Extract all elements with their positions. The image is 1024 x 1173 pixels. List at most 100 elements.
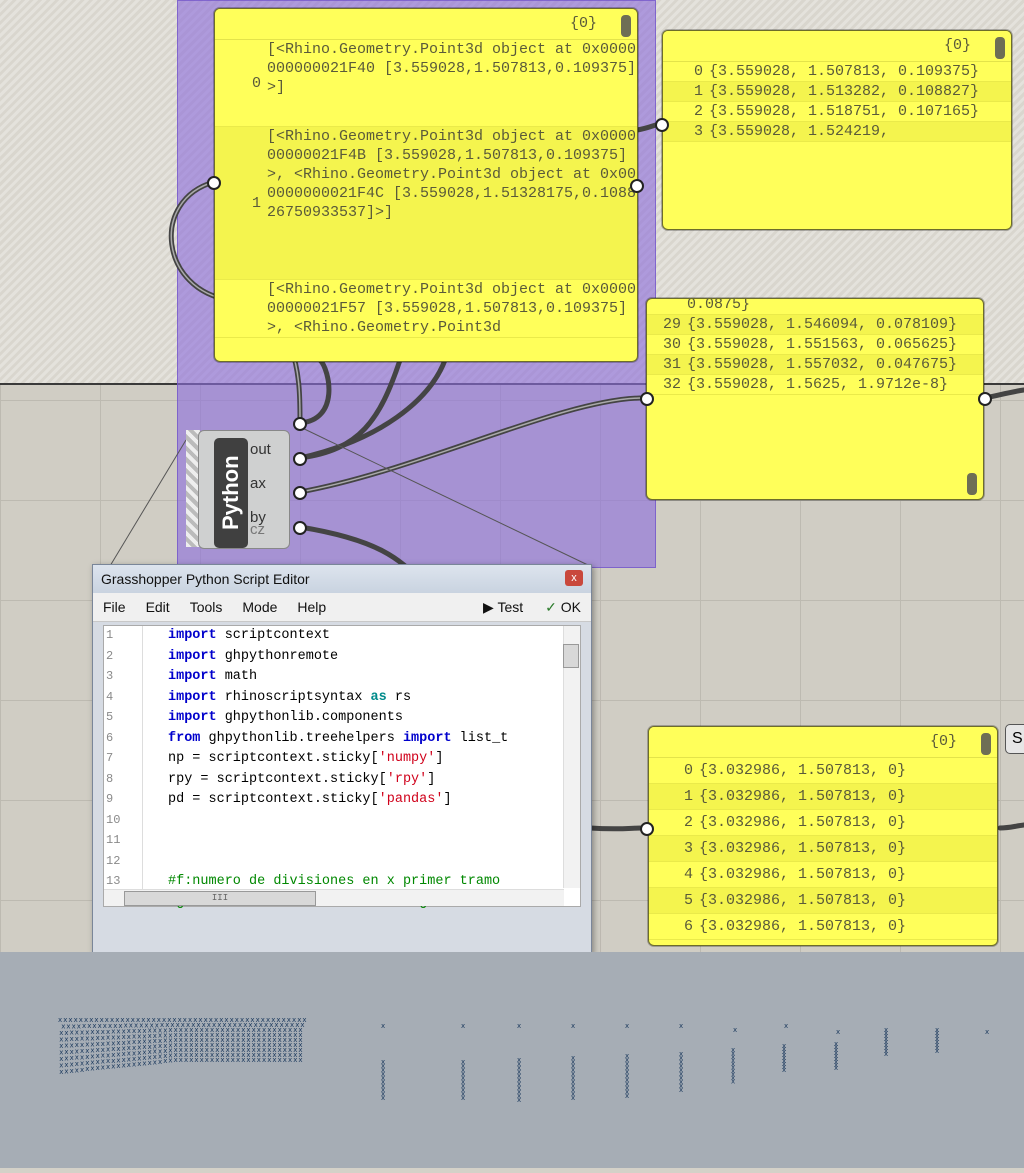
horizontal-scroll-thumb[interactable]: III xyxy=(124,891,316,906)
row-value: {3.032986, 1.507813, 0} xyxy=(699,814,907,831)
output-grip[interactable] xyxy=(630,179,644,193)
panel-row: 4 {3.032986, 1.507813, 0} xyxy=(649,862,997,888)
line-text: from ghpythonlib.treehelpers import list… xyxy=(168,730,509,746)
row-value: {3.032986, 1.507813, 0} xyxy=(699,788,907,805)
point-marker: x xyxy=(298,1056,302,1064)
point-marker: x xyxy=(137,1060,141,1068)
point-marker: x xyxy=(179,1056,183,1064)
output-grip[interactable] xyxy=(293,486,307,500)
output-port-out[interactable]: out xyxy=(250,441,271,458)
line-number: 8 xyxy=(106,771,114,786)
output-port-cz[interactable]: cz xyxy=(250,521,265,538)
panel-scroll-thumb[interactable] xyxy=(995,37,1005,59)
point-marker: x xyxy=(884,1050,888,1058)
output-grip[interactable] xyxy=(978,392,992,406)
input-grip[interactable] xyxy=(640,392,654,406)
ok-label: OK xyxy=(560,598,581,615)
point-marker: x xyxy=(517,1022,521,1030)
close-icon[interactable]: x xyxy=(565,570,583,586)
point-marker: x xyxy=(96,1064,100,1072)
menu-tools[interactable]: Tools xyxy=(190,599,223,615)
output-grip[interactable] xyxy=(293,417,307,431)
code-area[interactable]: 1 import scriptcontext 2 import ghpythonrem… xyxy=(103,625,581,910)
point-marker: x xyxy=(985,1028,989,1036)
row-value: {3.032986, 1.507813, 0} xyxy=(699,762,907,779)
line-text: import math xyxy=(168,669,258,684)
line-number: 12 xyxy=(106,853,121,868)
line-text: #f:numero de divisiones en x primer tram… xyxy=(168,874,501,889)
test-button[interactable]: ▶ Test xyxy=(483,599,523,616)
point-marker: x xyxy=(272,1056,276,1064)
panel-list: 0 [<Rhino.Geometry.Point3d object at 0x0… xyxy=(215,40,637,338)
row-value: {3.559028, 1.551563, 0.065625} xyxy=(687,336,958,353)
script-editor-window[interactable]: Grasshopper Python Script Editor x File … xyxy=(92,564,592,954)
row-index: 0 xyxy=(683,762,693,779)
row-value: {3.559028, 1.518751, 0.107165} xyxy=(709,103,980,120)
line-number: 3 xyxy=(106,669,114,683)
row-value: [<Rhino.Geometry.Point3d object at 0x000… xyxy=(267,41,637,96)
input-grip[interactable] xyxy=(207,176,221,190)
menu-file[interactable]: File xyxy=(103,599,126,615)
row-index: 1 xyxy=(251,194,261,212)
component-label: Python xyxy=(214,438,248,548)
point-marker: x xyxy=(731,1078,735,1086)
vertical-scrollbar[interactable] xyxy=(563,626,580,888)
row-value: 0.0875} xyxy=(687,298,751,313)
panel-scroll-thumb[interactable] xyxy=(967,473,977,495)
menu-mode[interactable]: Mode xyxy=(242,599,277,615)
panel-scroll-thumb[interactable] xyxy=(621,15,631,37)
row-index xyxy=(215,280,267,337)
panel-scroll-thumb[interactable] xyxy=(981,733,991,755)
panel-base-points[interactable]: {0} 0 {3.032986, 1.507813, 0} 1 {3.032986,… xyxy=(648,726,998,946)
panel-row: 2 {3.559028, 1.518751, 0.107165} xyxy=(663,102,1011,122)
output-port-ax[interactable]: ax xyxy=(250,475,266,492)
row-value: {3.559028, 1.524219, xyxy=(709,123,890,140)
panel-row: 0 {3.032986, 1.507813, 0} xyxy=(649,758,997,784)
output-grip[interactable] xyxy=(293,521,307,535)
panel-point-list-end[interactable]: 0.0875} 29 {3.559028, 1.546094, 0.078109}… xyxy=(646,298,984,500)
row-value: {3.032986, 1.507813, 0} xyxy=(699,892,907,909)
panel-row: [<Rhino.Geometry.Point3d object at 0x000… xyxy=(215,280,637,338)
row-index: 2 xyxy=(683,814,693,831)
panel-point-list-top[interactable]: {0} 0 {3.559028, 1.507813, 0.109375} 1 {3.… xyxy=(662,30,1012,230)
point-marker: x xyxy=(241,1056,245,1064)
row-value: {3.032986, 1.507813, 0} xyxy=(699,918,907,935)
python-component[interactable]: Python out ax by cz xyxy=(186,425,296,550)
line-text: import ghpythonlib.components xyxy=(168,710,403,725)
panel-list: 0 {3.559028, 1.507813, 0.109375} 1 {3.5590… xyxy=(663,62,1011,142)
row-index: 31 xyxy=(662,356,681,373)
point-marker: x xyxy=(189,1056,193,1064)
panel-row: 31 {3.559028, 1.557032, 0.047675} xyxy=(647,355,983,375)
editor-titlebar[interactable]: Grasshopper Python Script Editor x xyxy=(93,565,591,593)
point-marker: x xyxy=(625,1092,629,1100)
code-line: 11 xyxy=(104,833,564,854)
code-line: 6 from ghpythonlib.treehelpers import lis… xyxy=(104,731,564,752)
vertical-scroll-thumb[interactable] xyxy=(563,644,579,668)
ok-button[interactable]: ✓ OK xyxy=(545,599,581,616)
menu-edit[interactable]: Edit xyxy=(146,599,170,615)
point-marker: x xyxy=(517,1096,521,1104)
code-line: 9 pd = scriptcontext.sticky['pandas'] xyxy=(104,792,564,813)
panel-point-objects[interactable]: {0} 0 [<Rhino.Geometry.Point3d object at… xyxy=(214,8,638,362)
input-grip[interactable] xyxy=(655,118,669,132)
point-marker: x xyxy=(733,1026,737,1034)
point-marker: x xyxy=(75,1066,79,1074)
point-marker: x xyxy=(174,1056,178,1064)
component-body[interactable]: Python xyxy=(198,430,290,549)
side-button[interactable]: S xyxy=(1005,724,1024,754)
point-marker: x xyxy=(283,1056,287,1064)
horizontal-scrollbar[interactable]: III xyxy=(104,889,564,906)
row-value: {3.559028, 1.546094, 0.078109} xyxy=(687,316,958,333)
line-text: np = scriptcontext.sticky['numpy'] xyxy=(168,751,444,766)
code-line: 3 import math xyxy=(104,669,564,690)
output-grip[interactable] xyxy=(293,452,307,466)
panel-header: {0} xyxy=(663,31,1011,62)
point-marker: x xyxy=(293,1056,297,1064)
panel-path: {0} xyxy=(943,37,971,54)
code-line: 1 import scriptcontext xyxy=(104,628,564,649)
menu-help[interactable]: Help xyxy=(297,599,326,615)
point-marker: x xyxy=(625,1022,629,1030)
input-grip[interactable] xyxy=(640,822,654,836)
panel-row: 5 {3.032986, 1.507813, 0} xyxy=(649,888,997,914)
rhino-viewport[interactable]: xxxxxxxxxxxxxxxxxxxxxxxxxxxxxxxxxxxxxxxx… xyxy=(0,952,1024,1168)
